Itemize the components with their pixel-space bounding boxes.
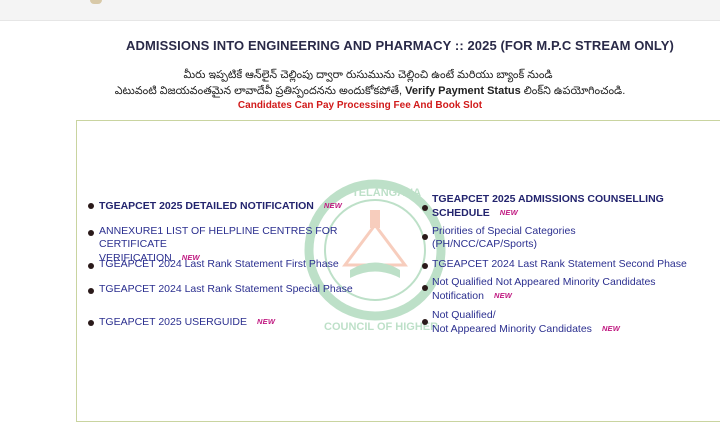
bullet-icon xyxy=(422,319,428,325)
link-counselling-schedule[interactable]: TGEAPCET 2025 ADMISSIONS COUNSELLING SCH… xyxy=(432,193,712,220)
telugu-line2-post: లింక్‌ని ఉపయోగించండి. xyxy=(523,85,626,97)
link-label-line2: Notification xyxy=(432,290,484,302)
page-title: ADMISSIONS INTO ENGINEERING AND PHARMACY… xyxy=(126,38,674,53)
bullet-icon xyxy=(422,285,428,291)
new-badge: NEW xyxy=(493,291,513,300)
link-detailed-notification[interactable]: TGEAPCET 2025 DETAILED NOTIFICATION NEW xyxy=(99,199,342,213)
bullet-icon xyxy=(88,320,94,326)
link-minority-notification[interactable]: Not Qualified Not Appeared Minority Cand… xyxy=(432,276,712,303)
processing-fee-notice[interactable]: Candidates Can Pay Processing Fee And Bo… xyxy=(0,100,720,111)
bullet-icon xyxy=(422,263,428,269)
link-label-line2: (PH/NCC/CAP/Sports) xyxy=(432,238,538,250)
telugu-line2-pre: ఎటువంటి విజయవంతమైన లావాదేవీ ప్రతిస్పందనన… xyxy=(114,85,403,97)
bullet-icon xyxy=(422,205,428,211)
link-label: TGEAPCET 2025 DETAILED NOTIFICATION xyxy=(99,200,314,212)
link-minority-candidates[interactable]: Not Qualified/ Not Appeared Minority Can… xyxy=(432,309,712,336)
link-label-line2: Not Appeared Minority Candidates xyxy=(432,323,592,335)
telugu-instruction-line-1: మీరు ఇప్పటికే ఆన్‌లైన్ చెల్లింపు ద్వారా … xyxy=(183,69,553,81)
top-strip xyxy=(0,0,720,21)
emblem-top-text: TELANGANA xyxy=(352,187,421,199)
link-2024-first-phase[interactable]: TGEAPCET 2024 Last Rank Statement First … xyxy=(99,258,339,271)
verify-payment-status-link[interactable]: Verify Payment Status xyxy=(405,85,521,97)
new-badge: NEW xyxy=(499,208,518,217)
link-label: TGEAPCET 2025 USERGUIDE xyxy=(99,316,248,328)
link-userguide[interactable]: TGEAPCET 2025 USERGUIDE NEW xyxy=(99,315,275,329)
link-label-line1: Not Qualified/ xyxy=(432,309,496,321)
new-badge: NEW xyxy=(601,324,621,333)
link-label-line1: Not Qualified Not Appeared Minority Cand… xyxy=(432,276,656,288)
emblem-bottom-text: COUNCIL OF HIGHER xyxy=(324,321,438,333)
logo-fragment xyxy=(90,0,102,4)
bullet-icon xyxy=(88,288,94,294)
bullet-icon xyxy=(88,230,94,236)
new-badge: NEW xyxy=(257,317,276,326)
bullet-icon xyxy=(422,234,428,240)
link-label-line1: Priorities of Special Categories xyxy=(432,225,576,237)
bullet-icon xyxy=(88,263,94,269)
new-badge: NEW xyxy=(323,201,342,210)
link-special-categories[interactable]: Priorities of Special Categories (PH/NCC… xyxy=(432,225,712,251)
link-2024-second-phase[interactable]: TGEAPCET 2024 Last Rank Statement Second… xyxy=(432,258,687,271)
link-2024-special-phase[interactable]: TGEAPCET 2024 Last Rank Statement Specia… xyxy=(99,283,353,296)
telugu-instruction-line-2: ఎటువంటి విజయవంతమైన లావాదేవీ ప్రతిస్పందనన… xyxy=(10,85,720,100)
link-label-line1: ANNEXURE1 LIST OF HELPLINE CENTRES FOR C… xyxy=(99,225,338,250)
link-label-line2: SCHEDULE xyxy=(432,207,490,219)
link-label-line1: TGEAPCET 2025 ADMISSIONS COUNSELLING xyxy=(432,193,664,205)
bullet-icon xyxy=(88,203,94,209)
